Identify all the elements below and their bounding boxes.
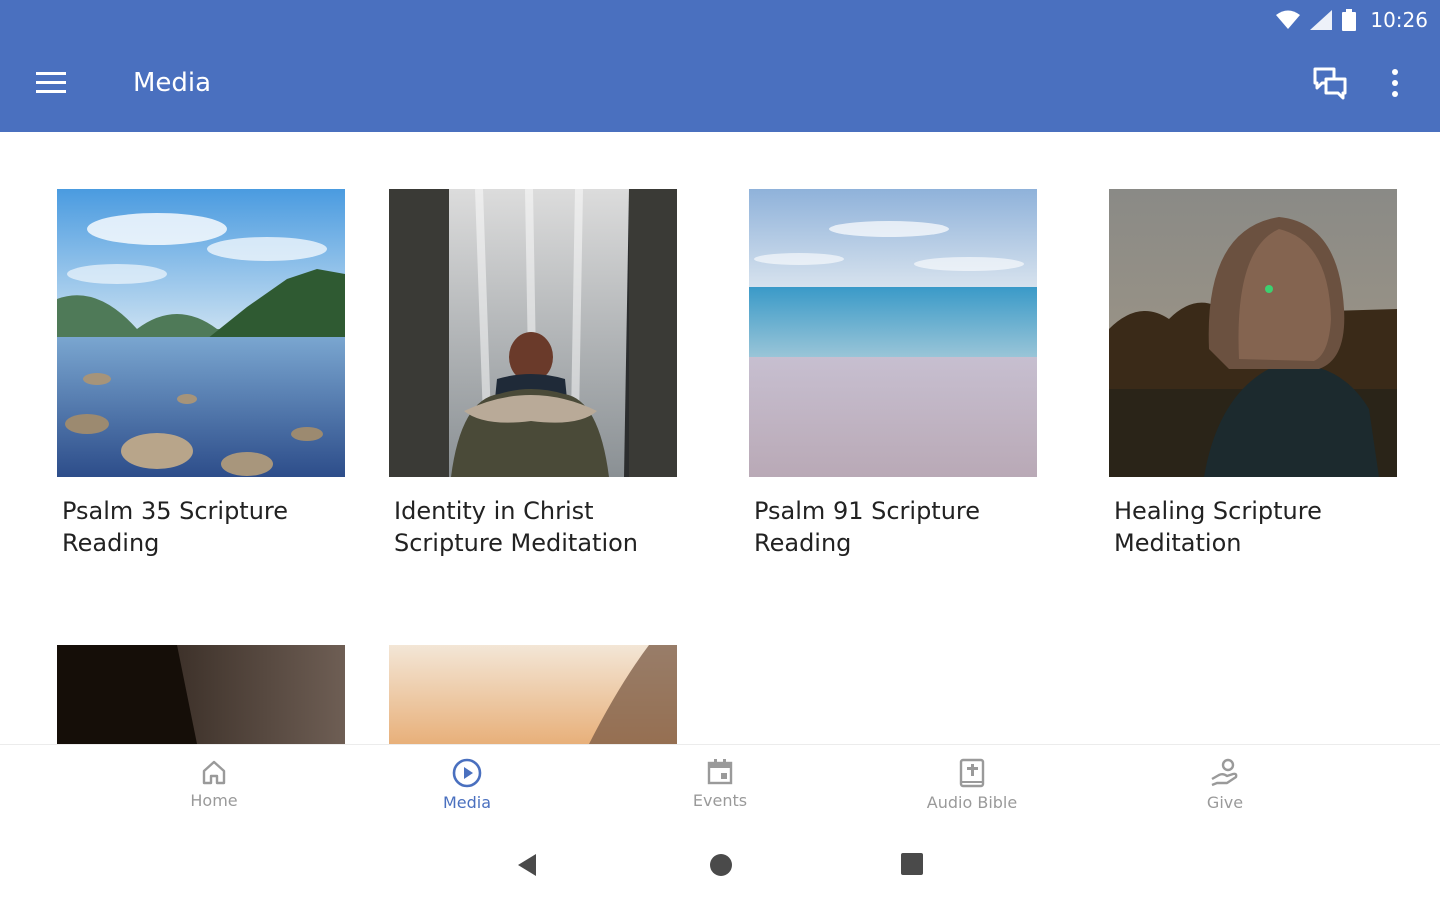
media-card-identity-in-christ[interactable]: Identity in Christ Scripture Meditation — [389, 189, 679, 559]
calendar-icon — [707, 759, 733, 785]
media-title: Healing Scripture Meditation — [1114, 497, 1322, 557]
system-navigation-bar — [0, 830, 1440, 900]
bottom-navigation: Home Media Events Audio Bible Give — [0, 744, 1440, 831]
media-card-psalm-35[interactable]: Psalm 35 Scripture Reading — [57, 189, 347, 559]
nav-label: Audio Bible — [926, 793, 1018, 812]
media-title: Psalm 35 Scripture Reading — [62, 497, 289, 557]
media-title: Identity in Christ Scripture Meditation — [394, 497, 639, 557]
overflow-menu-button[interactable] — [1384, 66, 1406, 102]
nav-item-audio-bible[interactable]: Audio Bible — [892, 757, 1052, 812]
beach-thumbnail — [749, 189, 1037, 477]
clock: 10:26 — [1370, 8, 1428, 32]
nav-item-events[interactable]: Events — [640, 757, 800, 810]
media-card-partial[interactable] — [389, 645, 679, 749]
nav-item-home[interactable]: Home — [134, 757, 294, 810]
nav-label: Events — [692, 791, 748, 810]
signal-icon — [1310, 10, 1333, 30]
home-icon — [202, 760, 226, 785]
app-bar: 10:26 Media — [0, 0, 1440, 132]
give-hand-icon — [1211, 758, 1238, 787]
page-title: Media — [133, 68, 212, 98]
wifi-icon — [1276, 10, 1301, 29]
waterfall-thumbnail — [389, 189, 677, 477]
menu-button[interactable] — [36, 70, 72, 100]
sunset-thumbnail — [389, 645, 677, 744]
media-title: Psalm 91 Scripture Reading — [754, 497, 981, 557]
battery-icon — [1342, 9, 1357, 31]
bible-icon — [959, 758, 985, 788]
recents-icon[interactable] — [900, 852, 924, 876]
media-card-psalm-91[interactable]: Psalm 91 Scripture Reading — [749, 189, 1039, 559]
hamburger-icon — [36, 72, 66, 93]
chat-icon — [1313, 67, 1347, 100]
media-card-healing[interactable]: Healing Scripture Meditation — [1109, 189, 1399, 559]
play-circle-icon — [452, 758, 482, 788]
status-bar: 10:26 — [1276, 6, 1428, 34]
back-icon[interactable] — [514, 852, 540, 878]
nav-label: Media — [442, 793, 492, 812]
lake-thumbnail — [57, 189, 345, 477]
woman-thumbnail — [1109, 189, 1397, 477]
media-card-partial[interactable] — [57, 645, 347, 749]
nav-label: Give — [1206, 793, 1244, 812]
more-vert-icon — [1392, 69, 1398, 97]
dusk-thumbnail — [57, 645, 345, 744]
nav-item-media[interactable]: Media — [387, 757, 547, 812]
nav-item-give[interactable]: Give — [1145, 757, 1305, 812]
chat-button[interactable] — [1312, 66, 1352, 102]
nav-label: Home — [190, 791, 238, 810]
home-circle-icon[interactable] — [708, 852, 734, 878]
